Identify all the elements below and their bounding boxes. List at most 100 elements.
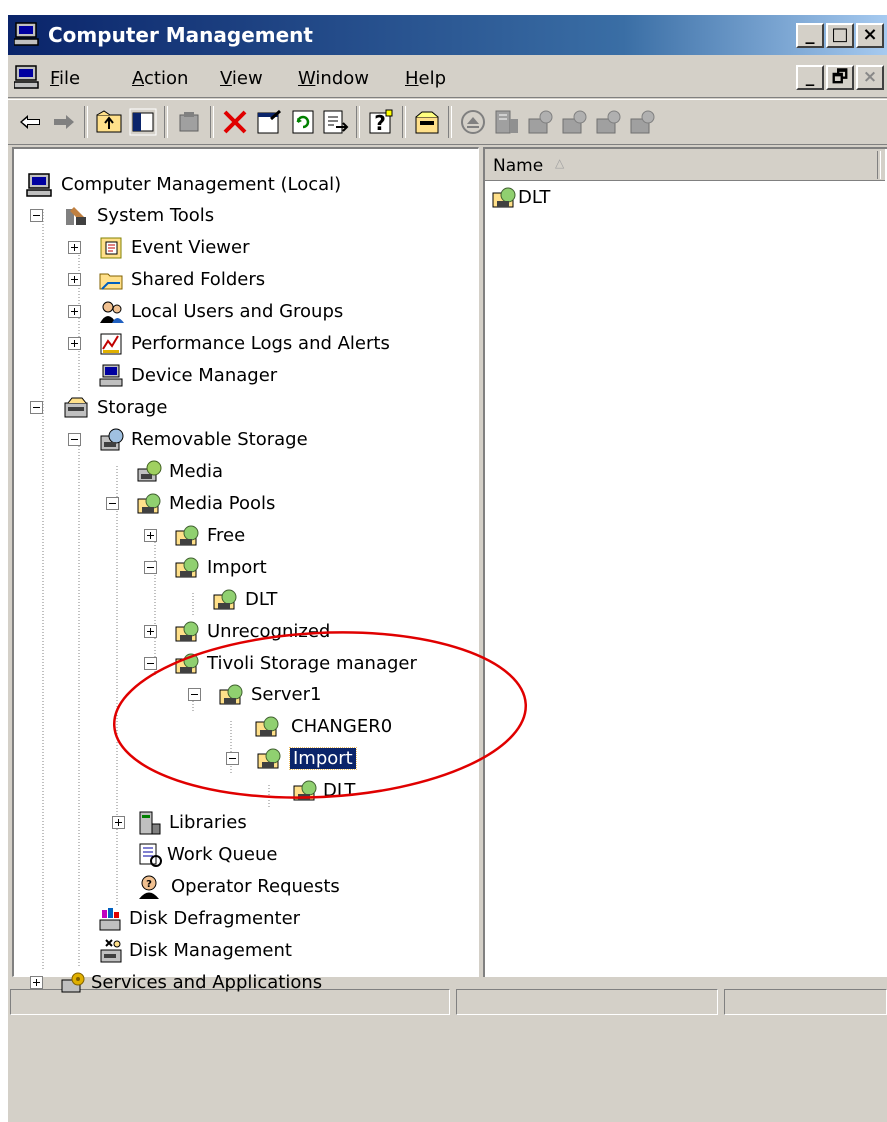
expand-icon[interactable] — [112, 816, 126, 830]
window-title: Computer Management — [48, 23, 313, 47]
mdi-minimize-button[interactable]: _ — [796, 65, 824, 90]
library-icon-2[interactable] — [560, 107, 590, 137]
menu-action[interactable]: Action — [132, 68, 188, 89]
show-hide-tree-icon[interactable] — [128, 107, 158, 137]
collapse-icon[interactable] — [144, 657, 158, 671]
tree-item-disk-defragmenter[interactable]: Disk Defragmenter — [98, 906, 303, 932]
properties-icon[interactable] — [254, 107, 284, 137]
expand-icon[interactable] — [144, 529, 158, 543]
new-pool-icon[interactable] — [412, 107, 442, 137]
tree-item-tivoli-storage-manager[interactable]: Tivoli Storage manager — [144, 651, 420, 677]
back-icon[interactable] — [16, 107, 46, 137]
expand-icon[interactable] — [68, 337, 82, 351]
refresh-icon[interactable] — [288, 107, 318, 137]
library-icon-4[interactable] — [628, 107, 658, 137]
tree-item-device-manager[interactable]: Device Manager — [98, 363, 280, 389]
tree-item-storage[interactable]: Storage — [30, 395, 170, 421]
export-list-icon[interactable] — [320, 107, 350, 137]
expand-icon[interactable] — [68, 273, 82, 287]
collapse-icon[interactable] — [188, 688, 202, 702]
maximize-button[interactable]: □ — [826, 23, 854, 48]
collapse-icon[interactable] — [30, 401, 44, 415]
collapse-icon[interactable] — [144, 561, 158, 575]
mdi-restore-button[interactable]: 🗗 — [826, 65, 854, 90]
tree-item-server1[interactable]: Server1 — [188, 682, 324, 708]
tree-label-selected: Import — [289, 747, 357, 770]
column-name-header[interactable]: Name — [493, 156, 543, 176]
operator-requests-icon: ? — [139, 875, 159, 899]
column-divider[interactable] — [877, 151, 881, 179]
tree-item-libraries[interactable]: Libraries — [112, 810, 250, 836]
menu-window[interactable]: Window — [298, 68, 369, 89]
tree-item-tsm-import-dlt[interactable]: DLT — [292, 778, 358, 804]
tree-item-disk-management[interactable]: Disk Management — [98, 938, 295, 964]
computer-icon[interactable] — [14, 65, 40, 89]
tree-item-operator-requests[interactable]: ? Operator Requests — [136, 874, 343, 900]
expand-icon[interactable] — [68, 305, 82, 319]
expand-icon[interactable] — [68, 241, 82, 255]
tree-item-changer0[interactable]: CHANGER0 — [254, 714, 395, 740]
tree-item-computer-management[interactable]: Computer Management (Local) — [26, 172, 344, 198]
up-folder-icon[interactable] — [94, 107, 124, 137]
performance-logs-icon — [100, 333, 122, 355]
device-manager-icon — [99, 364, 123, 387]
export-icon[interactable] — [174, 107, 204, 137]
computer-management-icon — [14, 22, 39, 46]
mdi-close-button[interactable]: × — [856, 65, 884, 90]
tree-item-services-applications[interactable]: Services and Applications — [30, 970, 325, 996]
close-button[interactable]: × — [856, 23, 884, 48]
tree-item-media[interactable]: Media — [136, 459, 226, 485]
tree-label: Operator Requests — [171, 876, 340, 897]
tree-label: Free — [207, 525, 246, 546]
tree-item-system-tools[interactable]: System Tools — [30, 203, 217, 229]
title-bar[interactable]: Computer Management _ □ × — [8, 15, 887, 55]
tree-item-event-viewer[interactable]: Event Viewer — [68, 235, 252, 261]
services-icon — [61, 972, 85, 993]
media-pool-icon — [293, 780, 317, 801]
tree-label: Media — [169, 461, 224, 482]
removable-storage-icon — [100, 428, 124, 451]
menu-bar: File Action View Window Help _ 🗗 × — [8, 57, 887, 98]
tree-label: Device Manager — [131, 365, 278, 386]
menu-file[interactable]: File — [50, 68, 80, 89]
library-icon-3[interactable] — [594, 107, 624, 137]
expand-icon[interactable] — [144, 625, 158, 639]
tree-item-removable-storage[interactable]: Removable Storage — [68, 427, 311, 453]
tree-label: Computer Management (Local) — [61, 174, 342, 195]
media-pool-icon — [219, 684, 243, 705]
details-pane[interactable]: Name △ DLT — [483, 147, 887, 977]
tree-item-shared-folders[interactable]: Shared Folders — [68, 267, 268, 293]
tree-item-free[interactable]: Free — [144, 523, 248, 549]
expand-icon[interactable] — [30, 976, 44, 990]
eject-icon[interactable] — [458, 107, 488, 137]
media-icon — [137, 460, 162, 482]
tree-item-import[interactable]: Import — [144, 555, 270, 581]
collapse-icon[interactable] — [30, 209, 44, 223]
tree-item-performance-logs[interactable]: Performance Logs and Alerts — [68, 331, 393, 357]
system-tools-icon — [66, 207, 86, 225]
tree-item-media-pools[interactable]: Media Pools — [106, 491, 278, 517]
forward-icon[interactable] — [48, 107, 78, 137]
tree-item-import-dlt[interactable]: DLT — [212, 587, 280, 613]
tree-item-unrecognized[interactable]: Unrecognized — [144, 619, 333, 645]
menu-view[interactable]: View — [220, 68, 263, 89]
collapse-icon[interactable] — [106, 497, 120, 511]
collapse-icon[interactable] — [226, 752, 240, 766]
help-icon[interactable]: ? — [366, 107, 396, 137]
svg-text:?: ? — [146, 879, 152, 890]
list-item[interactable]: DLT — [491, 185, 553, 211]
mount-icon[interactable] — [492, 107, 522, 137]
tree-label: DLT — [245, 589, 278, 610]
menu-help[interactable]: Help — [405, 68, 446, 89]
tree-item-tsm-import[interactable]: Import — [226, 746, 357, 772]
tree-item-local-users[interactable]: Local Users and Groups — [68, 299, 346, 325]
tree-label: Services and Applications — [91, 972, 323, 993]
library-icon[interactable] — [526, 107, 556, 137]
minimize-button[interactable]: _ — [796, 23, 824, 48]
media-pool-icon — [255, 716, 279, 737]
tree-label: Local Users and Groups — [131, 301, 344, 322]
collapse-icon[interactable] — [68, 433, 82, 447]
delete-icon[interactable] — [220, 107, 250, 137]
tree-label: Media Pools — [169, 493, 276, 514]
tree-item-work-queue[interactable]: Work Queue — [136, 842, 280, 868]
